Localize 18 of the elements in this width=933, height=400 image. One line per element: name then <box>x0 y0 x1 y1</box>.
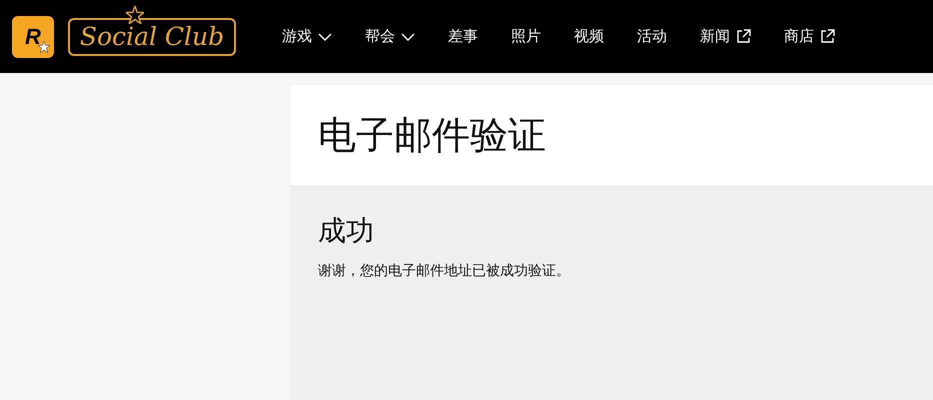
nav-link[interactable]: 游戏 <box>282 27 332 46</box>
external-link-icon <box>736 29 751 44</box>
chevron-down-icon <box>401 32 415 40</box>
nav-link[interactable]: 活动 <box>637 27 667 46</box>
logo-badge[interactable]: R <box>12 16 54 58</box>
logo-wordmark[interactable]: Social Club <box>68 18 236 56</box>
nav-link[interactable]: 商店 <box>784 27 835 46</box>
star-icon <box>126 6 144 24</box>
nav-link[interactable]: 差事 <box>448 27 478 46</box>
external-link-icon <box>820 29 835 44</box>
nav-link[interactable]: 新闻 <box>700 27 751 46</box>
message-text: 谢谢，您的电子邮件地址已被成功验证。 <box>318 262 571 280</box>
nav-link[interactable]: 帮会 <box>365 27 415 46</box>
nav-link[interactable]: 视频 <box>574 27 604 46</box>
chevron-down-icon <box>318 32 332 40</box>
nav-link[interactable]: 照片 <box>511 27 541 46</box>
section-heading: 成功 <box>318 213 375 249</box>
page-title: 电子邮件验证 <box>318 112 546 158</box>
